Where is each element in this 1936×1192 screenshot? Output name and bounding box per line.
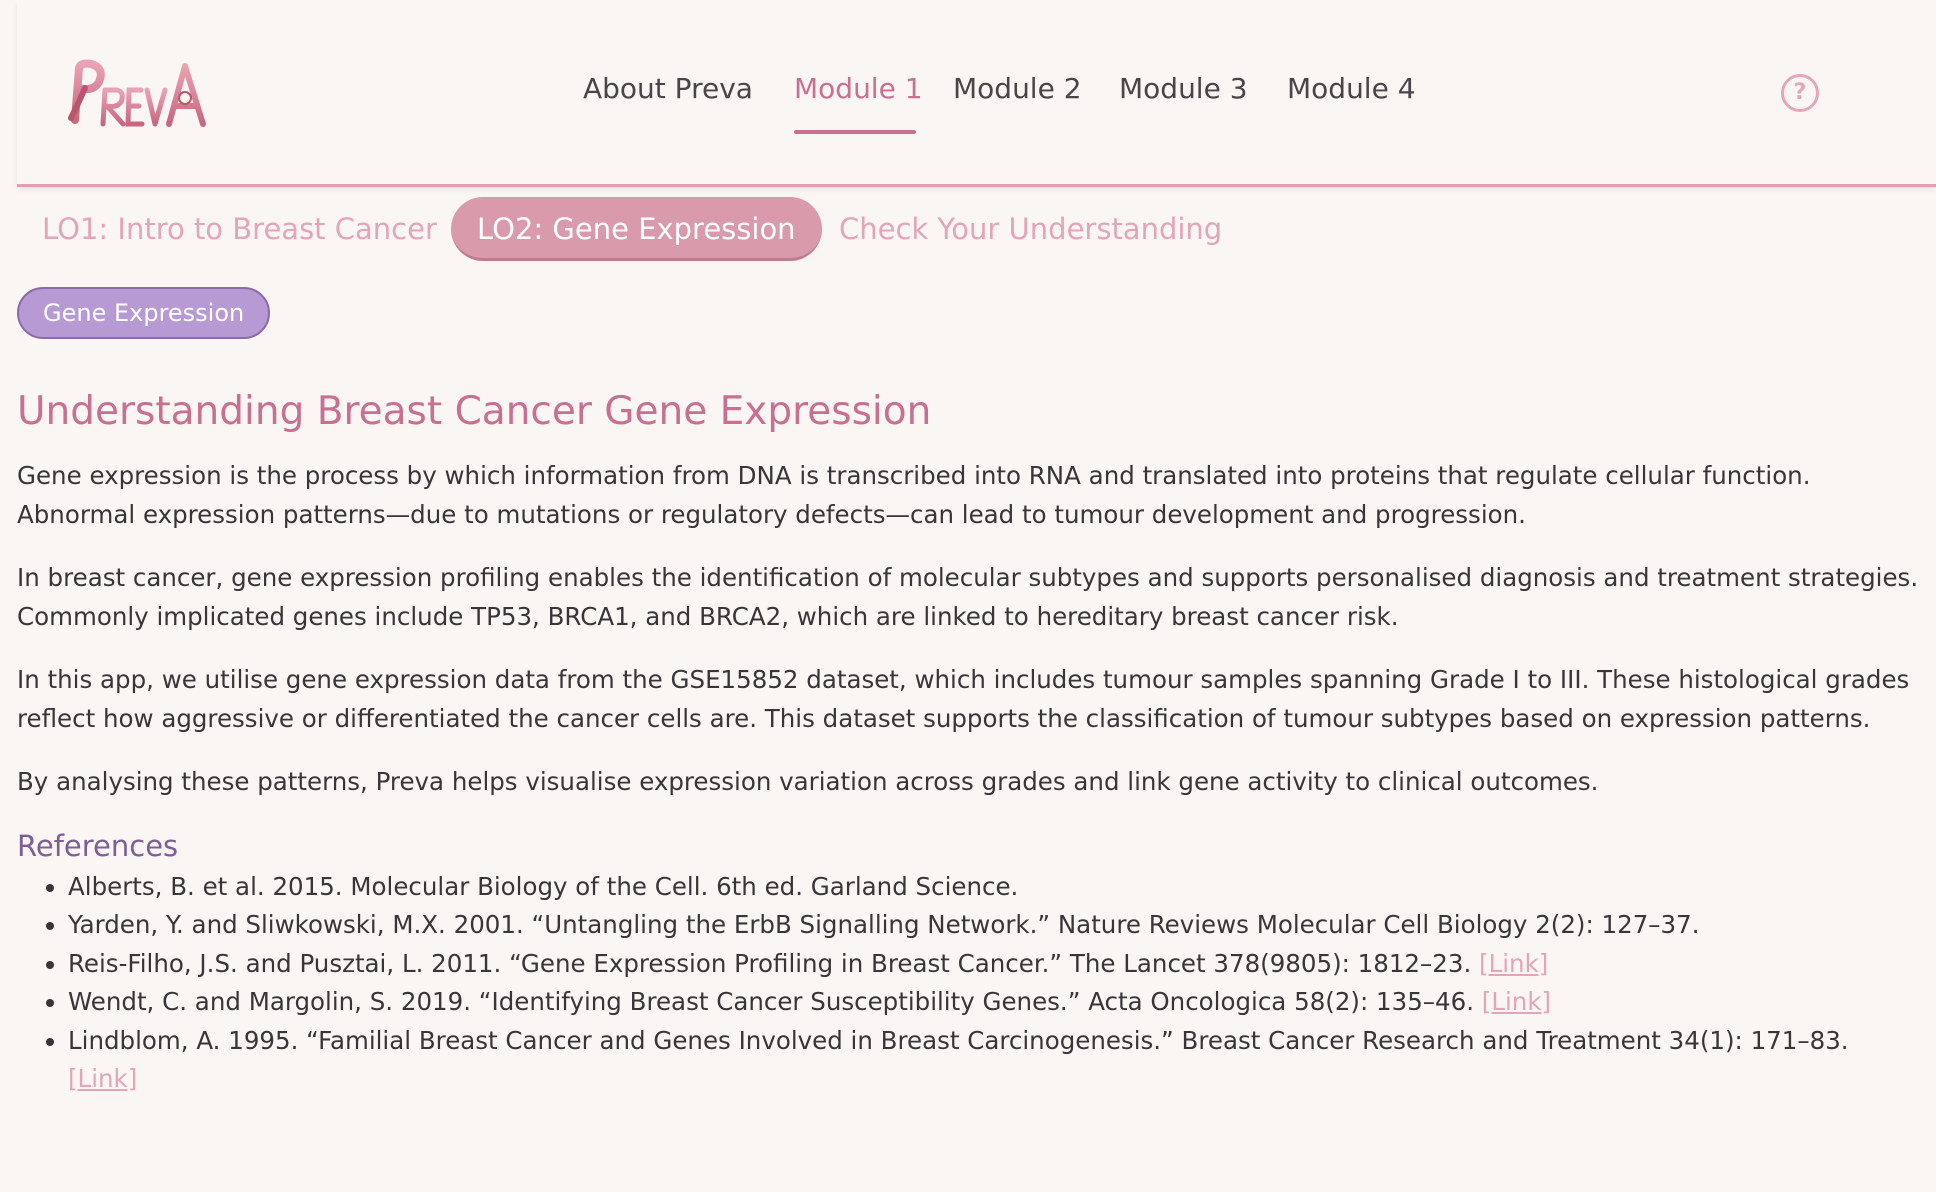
question-circle-icon[interactable]: ? bbox=[1781, 74, 1819, 112]
nav-active-underline bbox=[794, 130, 916, 134]
reference-item: Alberts, B. et al. 2015. Molecular Biolo… bbox=[68, 868, 1922, 907]
reference-text: Lindblom, A. 1995. “Familial Breast Canc… bbox=[68, 1025, 1849, 1055]
reference-item: Reis-Filho, J.S. and Pusztai, L. 2011. “… bbox=[68, 945, 1922, 984]
tab-check-understanding[interactable]: Check Your Understanding bbox=[839, 197, 1222, 261]
reference-item: Yarden, Y. and Sliwkowski, M.X. 2001. “U… bbox=[68, 906, 1922, 945]
gene-expression-pill[interactable]: Gene Expression bbox=[17, 287, 271, 339]
references-heading: References bbox=[17, 828, 179, 863]
reference-text: Wendt, C. and Margolin, S. 2019. “Identi… bbox=[68, 987, 1474, 1016]
paragraph-3: In this app, we utilise gene expression … bbox=[17, 665, 1910, 733]
nav-module-4[interactable]: Module 4 bbox=[1287, 72, 1416, 105]
paragraph-2: In breast cancer, gene expression profil… bbox=[17, 563, 1919, 631]
nav-module-2[interactable]: Module 2 bbox=[953, 72, 1082, 105]
top-header: About Preva Module 1 Module 2 Module 3 M… bbox=[17, 0, 1936, 187]
reference-text: Yarden, Y. and Sliwkowski, M.X. 2001. “U… bbox=[68, 910, 1700, 939]
reference-text: Reis-Filho, J.S. and Pusztai, L. 2011. “… bbox=[68, 948, 1472, 978]
nav-about-preva[interactable]: About Preva bbox=[583, 72, 753, 105]
reference-text: Alberts, B. et al. 2015. Molecular Biolo… bbox=[68, 871, 1019, 901]
reference-link[interactable]: [Link] bbox=[68, 1064, 137, 1093]
paragraph-1: Gene expression is the process by which … bbox=[17, 461, 1811, 529]
tab-lo2-gene-expression[interactable]: LO2: Gene Expression bbox=[451, 197, 822, 261]
nav-module-3[interactable]: Module 3 bbox=[1119, 72, 1248, 105]
nav-module-1[interactable]: Module 1 bbox=[794, 72, 923, 105]
reference-link[interactable]: [Link] bbox=[1479, 949, 1548, 978]
page-title: Understanding Breast Cancer Gene Express… bbox=[17, 389, 932, 434]
reference-item: Lindblom, A. 1995. “Familial Breast Canc… bbox=[68, 1022, 1922, 1099]
main-content: Understanding Breast Cancer Gene Express… bbox=[17, 380, 1922, 1099]
tab-lo1-intro[interactable]: LO1: Intro to Breast Cancer bbox=[42, 197, 437, 261]
reference-item: Wendt, C. and Margolin, S. 2019. “Identi… bbox=[68, 983, 1922, 1022]
reference-link[interactable]: [Link] bbox=[1482, 987, 1551, 1016]
references-list: Alberts, B. et al. 2015. Molecular Biolo… bbox=[17, 868, 1922, 1099]
preva-logo[interactable] bbox=[65, 58, 211, 130]
paragraph-4: By analysing these patterns, Preva helps… bbox=[17, 767, 1599, 796]
